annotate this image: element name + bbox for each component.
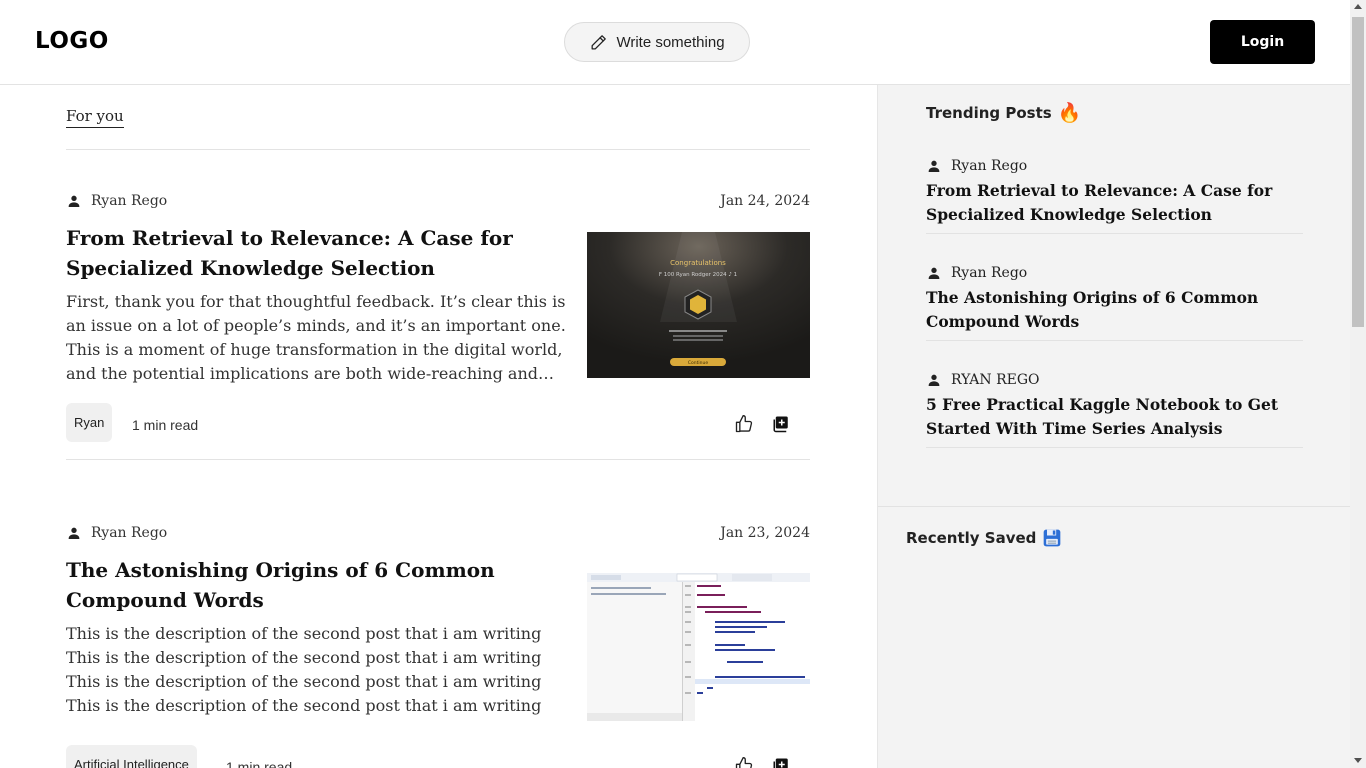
user-icon bbox=[928, 160, 940, 172]
save-post-icon[interactable] bbox=[772, 757, 790, 768]
trending-title: Trending Posts bbox=[926, 103, 1052, 122]
trending-author: RYAN REGO bbox=[926, 371, 1303, 389]
trending-heading: Trending Posts 🔥 bbox=[926, 101, 1081, 124]
write-something-label: Write something bbox=[616, 33, 725, 51]
trending-author-name: Ryan Rego bbox=[951, 265, 1028, 281]
trending-author-name: RYAN REGO bbox=[951, 372, 1040, 388]
floppy-disk-icon bbox=[1044, 529, 1061, 547]
post-tag[interactable]: Ryan bbox=[66, 403, 113, 442]
user-icon bbox=[68, 195, 80, 207]
post-read-time: 1 min read bbox=[226, 759, 293, 768]
pencil-icon bbox=[591, 34, 607, 49]
trending-item[interactable]: RYAN REGO 5 Free Practical Kaggle Notebo… bbox=[926, 371, 1303, 448]
recently-saved-heading: Recently Saved bbox=[906, 528, 1062, 548]
post-tag[interactable]: Artificial Intelligence bbox=[66, 745, 197, 768]
post-author[interactable]: Ryan Rego bbox=[66, 193, 167, 209]
thumbs-up-icon[interactable] bbox=[734, 414, 754, 434]
trending-title-link[interactable]: 5 Free Practical Kaggle Notebook to Get … bbox=[926, 393, 1303, 447]
trending-author: Ryan Rego bbox=[926, 264, 1303, 282]
page-scrollbar[interactable] bbox=[1350, 0, 1366, 768]
post-author[interactable]: Ryan Rego bbox=[66, 525, 167, 541]
user-icon bbox=[928, 267, 940, 279]
trending-author: Ryan Rego bbox=[926, 157, 1303, 175]
trending-item[interactable]: Ryan Rego From Retrieval to Relevance: A… bbox=[926, 157, 1303, 234]
post-date: Jan 23, 2024 bbox=[720, 525, 810, 541]
logo[interactable]: LOGO bbox=[35, 28, 109, 54]
write-something-button[interactable]: Write something bbox=[564, 22, 750, 62]
thumb-button-text: Continue bbox=[688, 360, 708, 366]
save-post-icon[interactable] bbox=[772, 415, 790, 433]
post-title[interactable]: The Astonishing Origins of 6 Common Comp… bbox=[66, 555, 566, 615]
right-sidebar: Trending Posts 🔥 Ryan Rego From Retrieva… bbox=[877, 85, 1351, 768]
post-divider bbox=[66, 459, 810, 460]
trending-item[interactable]: Ryan Rego The Astonishing Origins of 6 C… bbox=[926, 264, 1303, 341]
fire-icon: 🔥 bbox=[1057, 102, 1082, 124]
post-date: Jan 24, 2024 bbox=[720, 193, 810, 209]
recently-saved-title: Recently Saved bbox=[906, 529, 1037, 547]
post-title[interactable]: From Retrieval to Relevance: A Case for … bbox=[66, 223, 566, 283]
post-read-time: 1 min read bbox=[132, 417, 199, 433]
scroll-down-arrow-icon[interactable] bbox=[1354, 758, 1362, 763]
thumbs-up-icon[interactable] bbox=[734, 756, 754, 768]
thumb-caption: Congratulations bbox=[670, 259, 726, 267]
top-header: LOGO Write something Login bbox=[0, 0, 1350, 85]
post-description: First, thank you for that thoughtful fee… bbox=[66, 292, 566, 383]
user-icon bbox=[68, 527, 80, 539]
tab-for-you[interactable]: For you bbox=[66, 107, 124, 128]
trending-author-name: Ryan Rego bbox=[951, 158, 1028, 174]
post-card: Ryan Rego Jan 24, 2024 From Retrieval to… bbox=[66, 193, 810, 473]
trending-title-link[interactable]: The Astonishing Origins of 6 Common Comp… bbox=[926, 286, 1303, 340]
post-thumbnail[interactable]: Congratulations F 100 Ryan Rodger 2024 ♪… bbox=[587, 232, 810, 378]
thumb-subcaption: F 100 Ryan Rodger 2024 ♪ 1 bbox=[659, 271, 737, 278]
scrollbar-thumb[interactable] bbox=[1352, 17, 1364, 327]
post-author-name: Ryan Rego bbox=[91, 525, 168, 541]
login-button[interactable]: Login bbox=[1210, 20, 1315, 64]
tabs-divider bbox=[66, 149, 810, 150]
trending-title-link[interactable]: From Retrieval to Relevance: A Case for … bbox=[926, 179, 1303, 233]
post-card: Ryan Rego Jan 23, 2024 The Astonishing O… bbox=[66, 525, 810, 768]
post-description: This is the description of the second po… bbox=[66, 624, 542, 715]
post-author-name: Ryan Rego bbox=[91, 193, 168, 209]
post-thumbnail[interactable] bbox=[587, 573, 810, 721]
scroll-up-arrow-icon[interactable] bbox=[1354, 4, 1362, 9]
sidebar-divider bbox=[878, 506, 1351, 507]
user-icon bbox=[928, 374, 940, 386]
